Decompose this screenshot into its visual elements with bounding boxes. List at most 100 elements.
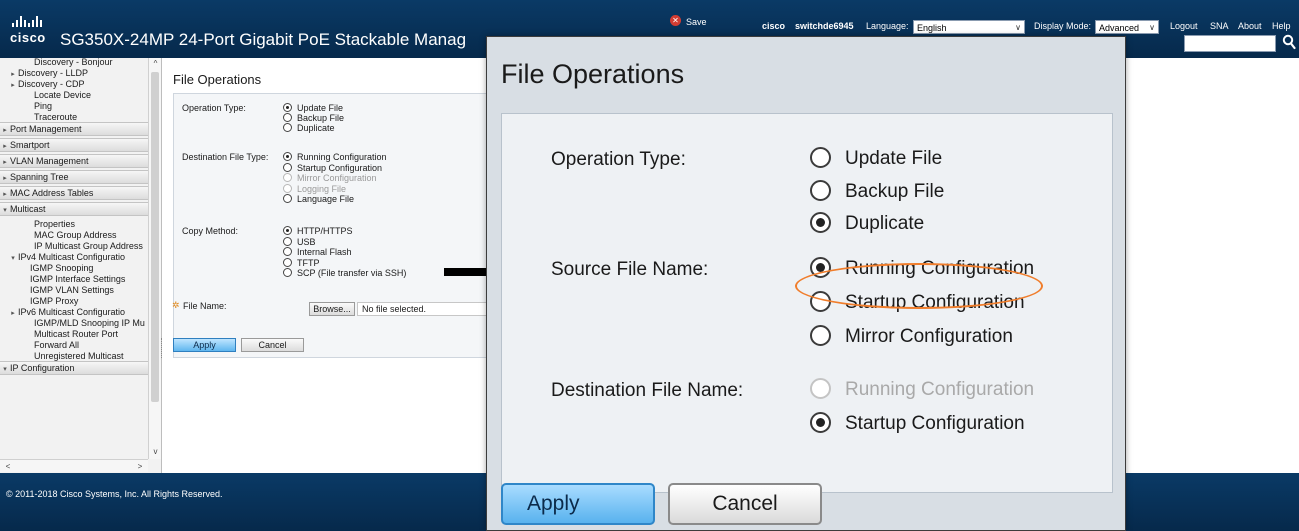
radio-button bbox=[283, 183, 292, 193]
save-link[interactable]: Save bbox=[686, 17, 707, 27]
radio-button[interactable] bbox=[810, 147, 831, 168]
radio-button[interactable] bbox=[283, 152, 292, 161]
file-name-field[interactable]: No file selected. bbox=[357, 302, 492, 316]
radio-tftp[interactable]: TFTP bbox=[283, 257, 320, 268]
zoom-radio-backup-file[interactable]: Backup File bbox=[810, 179, 944, 205]
radio-startup-configuration[interactable]: Startup Configuration bbox=[283, 162, 382, 173]
hostname: switchde6945 bbox=[795, 21, 854, 31]
radio-button[interactable] bbox=[283, 268, 292, 277]
chevron-right-icon[interactable]: ▸ bbox=[0, 124, 10, 135]
scroll-up-icon[interactable]: ^ bbox=[149, 58, 161, 70]
zoom-apply-button[interactable]: Apply bbox=[501, 483, 655, 525]
display-mode-label: Display Mode: bbox=[1034, 21, 1092, 31]
sidebar-item-label: MAC Address Tables bbox=[10, 188, 94, 198]
search-input[interactable] bbox=[1184, 35, 1276, 52]
radio-label: Duplicate bbox=[845, 213, 925, 234]
scrollbar-thumb[interactable] bbox=[151, 72, 159, 402]
zoom-radio-duplicate[interactable]: Duplicate bbox=[810, 211, 924, 237]
sidebar-item-smartport[interactable]: ▸ Smartport bbox=[0, 138, 148, 152]
sidebar-hscrollbar[interactable]: < > bbox=[0, 459, 148, 472]
radio-button[interactable] bbox=[810, 412, 831, 433]
radio-usb[interactable]: USB bbox=[283, 236, 316, 247]
language-select[interactable]: English ∨ bbox=[913, 20, 1025, 34]
zoom-radio-update-file[interactable]: Update File bbox=[810, 146, 942, 172]
sidebar-item-vlan-management[interactable]: ▸ VLAN Management bbox=[0, 154, 148, 168]
sidebar-item-spanning-tree[interactable]: ▸ Spanning Tree bbox=[0, 170, 148, 184]
zoom-operation-type-label: Operation Type: bbox=[551, 149, 686, 170]
radio-label: Backup File bbox=[297, 113, 345, 123]
radio-button[interactable] bbox=[283, 123, 292, 132]
radio-http-https[interactable]: HTTP/HTTPS bbox=[283, 226, 353, 236]
radio-running-configuration[interactable]: Running Configuration bbox=[283, 152, 387, 162]
sidebar-item-multicast[interactable]: ▾ Multicast bbox=[0, 202, 148, 216]
chevron-right-icon[interactable]: ▸ bbox=[0, 140, 10, 151]
radio-button bbox=[283, 173, 292, 182]
radio-logging-file: Logging File bbox=[283, 183, 347, 194]
sidebar-item-ip-configuration[interactable]: ▾ IP Configuration bbox=[0, 361, 148, 375]
radio-scp-file-transfer-via-ssh[interactable]: SCP (File transfer via SSH) bbox=[283, 268, 406, 278]
save-icon[interactable]: ✕ bbox=[670, 15, 681, 26]
sidebar-item-label: IP Multicast Group Address bbox=[34, 241, 143, 251]
radio-duplicate[interactable]: Duplicate bbox=[283, 123, 335, 133]
sidebar-item-port-management[interactable]: ▸ Port Management bbox=[0, 122, 148, 136]
chevron-down-icon: ∨ bbox=[1015, 23, 1021, 32]
zoom-callout: File Operations Operation Type: Source F… bbox=[486, 36, 1126, 531]
sidebar-item-label: IPv6 Multicast Configuratio bbox=[18, 307, 126, 317]
sidebar-nav: Discovery - Bonjour ▸ Discovery - LLDP ▸ Dis… bbox=[0, 58, 162, 473]
radio-button[interactable] bbox=[283, 226, 292, 235]
sidebar-item-label: VLAN Management bbox=[10, 156, 89, 166]
zoom-title: File Operations bbox=[501, 59, 685, 89]
sna-link[interactable]: SNA bbox=[1210, 21, 1229, 31]
about-link[interactable]: About bbox=[1238, 21, 1262, 31]
radio-button[interactable] bbox=[283, 257, 292, 267]
sidebar-item-label: Smartport bbox=[10, 140, 50, 150]
radio-backup-file[interactable]: Backup File bbox=[283, 113, 344, 123]
zoom-radio-mirror-configuration[interactable]: Mirror Configuration bbox=[810, 324, 1013, 350]
sidebar-item-mac-address-tables[interactable]: ▸ MAC Address Tables bbox=[0, 186, 148, 200]
apply-button[interactable]: Apply bbox=[173, 338, 236, 352]
scroll-right-icon[interactable]: > bbox=[134, 460, 146, 473]
radio-button[interactable] bbox=[283, 113, 292, 122]
radio-internal-flash[interactable]: Internal Flash bbox=[283, 247, 352, 257]
scroll-left-icon[interactable]: < bbox=[2, 460, 14, 473]
help-link[interactable]: Help bbox=[1272, 21, 1291, 31]
radio-button[interactable] bbox=[283, 247, 292, 256]
chevron-down-icon[interactable]: ▾ bbox=[0, 204, 10, 215]
scroll-down-icon[interactable]: v bbox=[149, 446, 161, 458]
radio-button[interactable] bbox=[810, 179, 831, 201]
chevron-right-icon[interactable]: ▸ bbox=[0, 188, 10, 199]
radio-update-file[interactable]: Update File bbox=[283, 103, 343, 113]
logout-link[interactable]: Logout bbox=[1170, 21, 1198, 31]
cisco-logo: cisco bbox=[10, 16, 46, 48]
sidebar-item-label: Spanning Tree bbox=[10, 172, 69, 182]
cancel-button[interactable]: Cancel bbox=[241, 338, 304, 352]
sidebar-scrollbar[interactable]: ^ v bbox=[148, 58, 161, 459]
radio-button[interactable] bbox=[283, 103, 292, 112]
display-mode-select[interactable]: Advanced ∨ bbox=[1095, 20, 1159, 34]
radio-button[interactable] bbox=[283, 162, 292, 172]
radio-button[interactable] bbox=[810, 325, 831, 346]
search-icon[interactable] bbox=[1282, 34, 1296, 50]
chevron-down-icon: ∨ bbox=[1149, 23, 1155, 32]
page-title: File Operations bbox=[173, 72, 262, 87]
radio-button[interactable] bbox=[283, 236, 292, 246]
zoom-cancel-button[interactable]: Cancel bbox=[668, 483, 822, 525]
chevron-right-icon[interactable]: ▸ bbox=[0, 156, 10, 167]
chevron-down-icon[interactable]: ▾ bbox=[0, 363, 10, 374]
dest-file-type-label: Destination File Type: bbox=[182, 152, 269, 162]
zoom-radio-startup-configuration[interactable]: Startup Configuration bbox=[810, 411, 1025, 437]
sidebar-item-label: Discovery - Bonjour bbox=[34, 58, 113, 67]
browse-button[interactable]: Browse... bbox=[309, 302, 355, 316]
highlight-ellipse bbox=[795, 263, 1043, 309]
copy-method-label: Copy Method: bbox=[182, 226, 239, 236]
chevron-right-icon[interactable]: ▸ bbox=[0, 172, 10, 183]
radio-label: HTTP/HTTPS bbox=[297, 226, 353, 236]
radio-language-file[interactable]: Language File bbox=[283, 194, 354, 204]
radio-button[interactable] bbox=[810, 212, 831, 233]
sidebar-item-label: IGMP Snooping bbox=[30, 263, 94, 273]
radio-label: Language File bbox=[297, 194, 355, 204]
radio-label: Logging File bbox=[297, 183, 347, 194]
radio-label: Backup File bbox=[845, 180, 945, 202]
resize-splitter[interactable] bbox=[161, 338, 164, 358]
radio-button[interactable] bbox=[283, 194, 292, 203]
